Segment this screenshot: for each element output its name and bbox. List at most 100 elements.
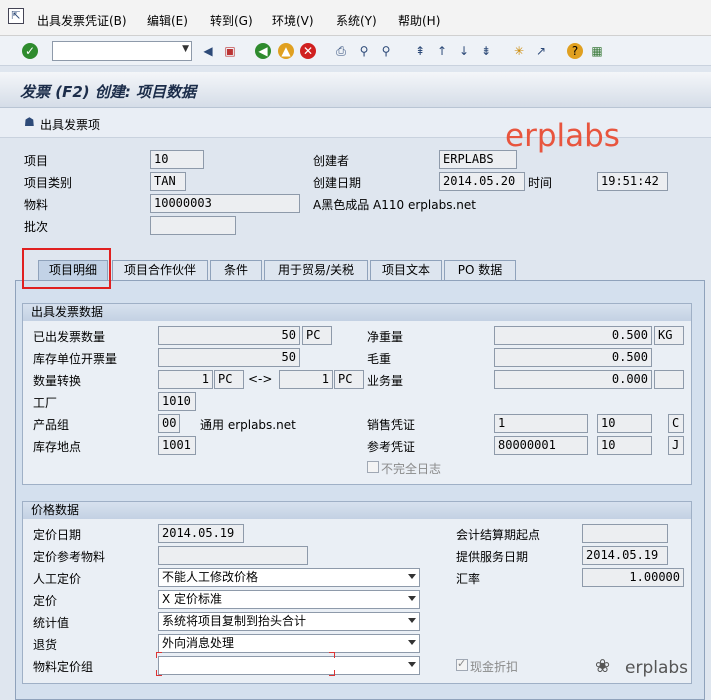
pricing-select[interactable]: X 定价标准 [158, 590, 420, 609]
cash-discount-checkbox[interactable] [456, 657, 468, 671]
cash-discount-label: 现金折扣 [470, 660, 519, 674]
enter-check-icon[interactable]: ✓ [22, 43, 38, 59]
chevron-down-icon[interactable] [408, 662, 416, 667]
cancel-icon[interactable]: ✕ [300, 43, 316, 59]
exit-icon[interactable]: ▲ [278, 43, 294, 59]
ref-item-field[interactable]: 10 [597, 436, 652, 455]
price-date-field[interactable]: 2014.05.19 [158, 524, 244, 543]
storage-location-field[interactable]: 1001 [158, 436, 196, 455]
menu-item-system[interactable]: 系统(Y) [336, 12, 377, 29]
billed-qty-unit-field[interactable]: PC [302, 326, 332, 345]
new-session-icon[interactable]: ✳ [511, 43, 527, 59]
sales-doc-label: 销售凭证 [367, 418, 416, 432]
plant-label: 工厂 [33, 396, 58, 410]
ref-doc-field[interactable]: 80000001 [494, 436, 588, 455]
exchange-rate-field[interactable]: 1.00000 [582, 568, 684, 587]
net-weight-field[interactable]: 0.500 [494, 326, 652, 345]
tab-po-data[interactable]: PO 数据 [444, 260, 516, 280]
price-date-label: 定价日期 [33, 528, 82, 542]
menu-item-goto[interactable]: 转到(G) [210, 12, 253, 29]
chevron-down-icon[interactable] [408, 574, 416, 579]
product-group-field[interactable]: 00 [158, 414, 180, 433]
pricing-label: 定价 [33, 594, 58, 608]
conv-right-field[interactable]: 1 [279, 370, 333, 389]
previous-page-icon[interactable]: ↑ [434, 43, 450, 59]
manual-pricing-value: 不能人工修改价格 [162, 570, 259, 584]
price-ref-material-field[interactable] [158, 546, 308, 565]
shortcut-icon[interactable]: ↗ [533, 43, 549, 59]
material-price-group-select[interactable] [158, 656, 420, 675]
created-by-label: 创建者 [313, 154, 350, 168]
billing-item-person-icon[interactable]: ☗ [24, 115, 35, 129]
ref-category-field[interactable]: J [668, 436, 684, 455]
first-page-icon[interactable]: ⇞ [412, 43, 428, 59]
menu-item-billing-doc[interactable]: 出具发票凭证(B) [37, 12, 127, 29]
screen-title-bar: 发票 (F2) 创建: 项目数据 [0, 72, 711, 108]
sales-item-field[interactable]: 10 [597, 414, 652, 433]
gross-weight-field[interactable]: 0.500 [494, 348, 652, 367]
help-icon[interactable]: ? [567, 43, 583, 59]
command-field[interactable]: ▼ [52, 41, 192, 61]
conv-right-unit-field[interactable]: PC [334, 370, 364, 389]
chevron-down-icon[interactable] [408, 618, 416, 623]
tab-item-texts[interactable]: 项目文本 [370, 260, 442, 280]
menu-item-edit[interactable]: 编辑(E) [147, 12, 188, 29]
chevron-down-icon[interactable] [408, 596, 416, 601]
stock-qty-label: 库存单位开票量 [33, 352, 118, 366]
chevron-down-icon[interactable] [408, 640, 416, 645]
material-label: 物料 [24, 198, 49, 212]
stock-qty-field[interactable]: 50 [158, 348, 300, 367]
find-icon[interactable]: ⚲ [356, 43, 372, 59]
billed-qty-label: 已出发票数量 [33, 330, 106, 344]
manual-pricing-select[interactable]: 不能人工修改价格 [158, 568, 420, 587]
layout-menu-icon[interactable]: ▦ [589, 43, 605, 59]
menu-item-environment[interactable]: 环境(V) [272, 12, 314, 29]
service-date-field[interactable]: 2014.05.19 [582, 546, 668, 565]
required-field-marker [329, 652, 335, 658]
conv-left-field[interactable]: 1 [158, 370, 213, 389]
returns-select[interactable]: 外向消息处理 [158, 634, 420, 653]
weight-unit-field[interactable]: KG [654, 326, 684, 345]
back-icon[interactable]: ◀ [255, 43, 271, 59]
incomplete-log-label: 不完全日志 [381, 462, 442, 476]
created-on-field[interactable]: 2014.05.20 [439, 172, 525, 191]
volume-label: 业务量 [367, 374, 404, 388]
incomplete-log-checkbox[interactable] [367, 461, 379, 473]
material-field[interactable]: 10000003 [150, 194, 300, 213]
gross-weight-label: 毛重 [367, 352, 392, 366]
ref-doc-label: 参考凭证 [367, 440, 416, 454]
sales-doc-field[interactable]: 1 [494, 414, 588, 433]
conv-left-unit-field[interactable]: PC [214, 370, 244, 389]
plant-field[interactable]: 1010 [158, 392, 196, 411]
volume-field[interactable]: 0.000 [494, 370, 652, 389]
pricing-value: X 定价标准 [162, 592, 223, 606]
created-on-label: 创建日期 [313, 176, 362, 190]
sales-category-field[interactable]: C [668, 414, 684, 433]
back-arrow-icon[interactable]: ◀ [200, 43, 216, 59]
item-field[interactable]: 10 [150, 150, 204, 169]
required-field-marker [156, 670, 162, 676]
tab-conditions[interactable]: 条件 [210, 260, 262, 280]
billing-item-button[interactable]: 出具发票项 [40, 116, 100, 133]
batch-field[interactable] [150, 216, 236, 235]
tab-foreign-trade[interactable]: 用于贸易/关税 [264, 260, 368, 280]
chevron-down-icon[interactable]: ▼ [182, 44, 189, 54]
watermark-text: erplabs [505, 118, 620, 154]
settlement-start-field[interactable] [582, 524, 668, 543]
item-category-field[interactable]: TAN [150, 172, 186, 191]
time-field[interactable]: 19:51:42 [597, 172, 668, 191]
billed-qty-field[interactable]: 50 [158, 326, 300, 345]
last-page-icon[interactable]: ⇟ [478, 43, 494, 59]
find-next-icon[interactable]: ⚲ [378, 43, 394, 59]
save-icon[interactable]: ▣ [222, 43, 238, 59]
menu-item-help[interactable]: 帮助(H) [398, 12, 440, 29]
material-price-group-label: 物料定价组 [33, 660, 94, 674]
next-page-icon[interactable]: ↓ [456, 43, 472, 59]
sap-window-icon[interactable]: ⇱ [8, 8, 24, 24]
statistical-value-select[interactable]: 系统将项目复制到抬头合计 [158, 612, 420, 631]
print-icon[interactable]: ⎙ [333, 43, 349, 59]
tab-item-partners[interactable]: 项目合作伙伴 [112, 260, 208, 280]
created-by-field[interactable]: ERPLABS [439, 150, 517, 169]
wechat-icon: ❀ [595, 656, 611, 677]
volume-unit-field[interactable] [654, 370, 684, 389]
